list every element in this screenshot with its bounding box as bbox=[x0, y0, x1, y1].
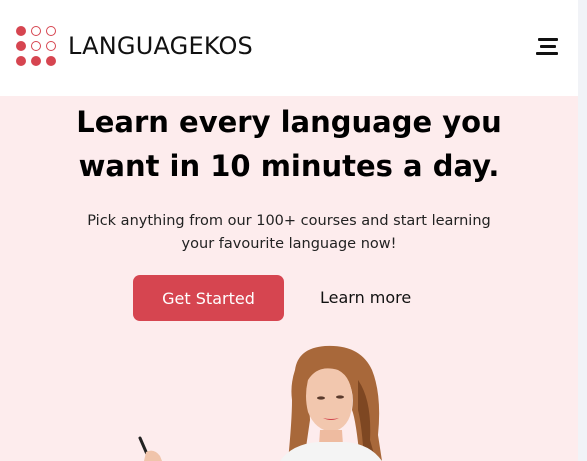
logo-dot bbox=[46, 56, 56, 66]
learn-more-link[interactable]: Learn more bbox=[320, 288, 411, 307]
eye bbox=[336, 395, 344, 399]
hamburger-menu-icon[interactable] bbox=[536, 36, 560, 58]
logo-dot bbox=[46, 26, 56, 36]
hero-title-line: Learn every language you bbox=[76, 105, 502, 139]
logo-dot bbox=[16, 26, 26, 36]
logo[interactable]: LANGUAGEKOS bbox=[16, 26, 253, 66]
hero-title-line: want in 10 minutes a day. bbox=[78, 149, 500, 183]
logo-dot bbox=[31, 26, 41, 36]
logo-dot bbox=[46, 41, 56, 51]
dot-grid-logo-icon bbox=[16, 26, 56, 66]
menu-line bbox=[538, 38, 558, 41]
logo-dot bbox=[31, 41, 41, 51]
hand bbox=[144, 450, 162, 461]
logo-dot bbox=[16, 41, 26, 51]
brand-name: LANGUAGEKOS bbox=[68, 32, 253, 60]
site-header: LANGUAGEKOS bbox=[0, 0, 578, 96]
menu-line bbox=[540, 45, 556, 48]
eye bbox=[317, 396, 325, 400]
logo-dot bbox=[31, 56, 41, 66]
logo-dot bbox=[16, 56, 26, 66]
hero-subtitle: Pick anything from our 100+ courses and … bbox=[64, 210, 514, 256]
hero-title: Learn every language you want in 10 minu… bbox=[44, 100, 534, 188]
page: LANGUAGEKOS Learn every language you wan… bbox=[0, 0, 578, 461]
face-shape bbox=[306, 368, 353, 432]
hero-subtitle-line: your favourite language now! bbox=[181, 236, 397, 252]
woman-holding-pen-photo bbox=[138, 345, 382, 461]
get-started-button[interactable]: Get Started bbox=[133, 275, 284, 321]
hero-subtitle-line: Pick anything from our 100+ courses and … bbox=[87, 213, 491, 229]
menu-line bbox=[536, 52, 558, 55]
